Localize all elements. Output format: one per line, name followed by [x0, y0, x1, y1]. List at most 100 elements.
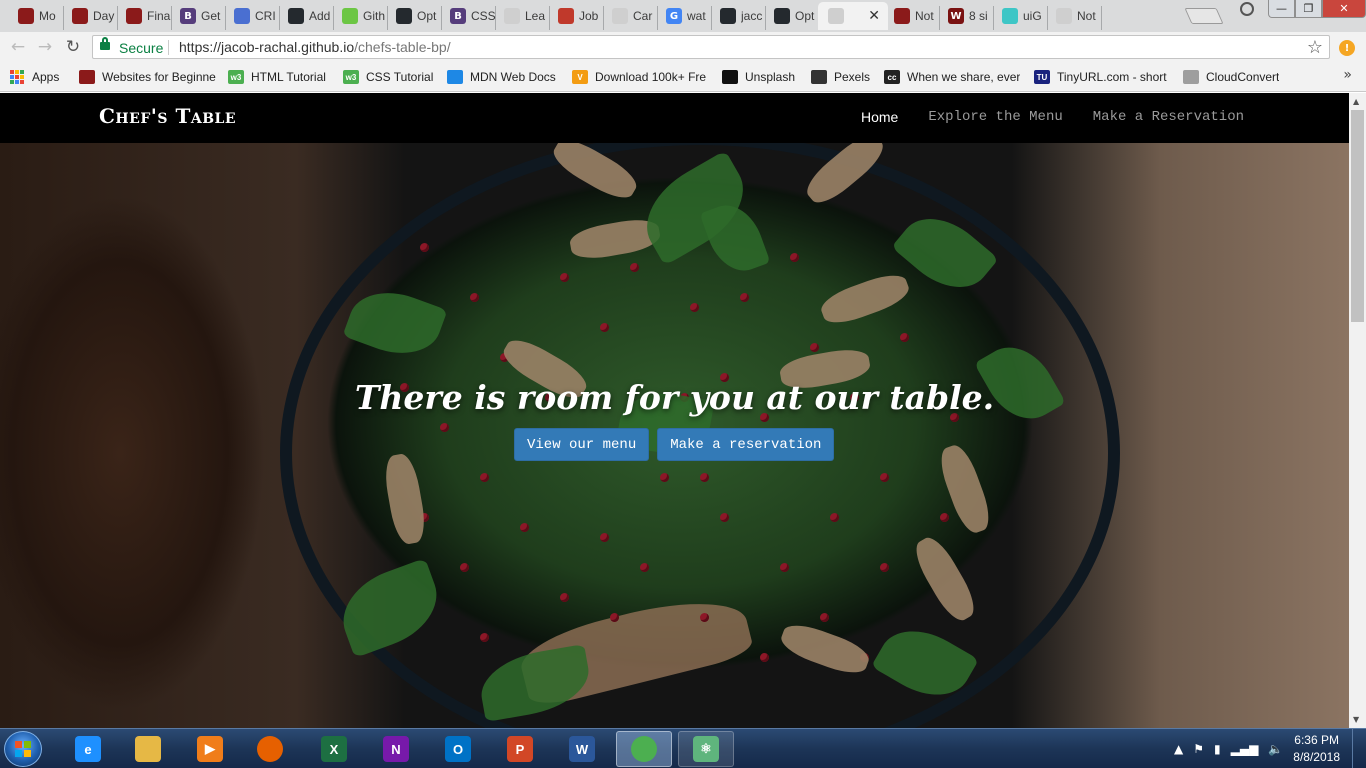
nav-home[interactable]: Home	[861, 109, 898, 125]
tab-7[interactable]: Opt	[386, 2, 444, 30]
pomegranate-seed	[880, 473, 889, 482]
nav-explore-menu[interactable]: Explore the Menu	[928, 109, 1062, 125]
chef-icon	[126, 8, 142, 24]
bookmark-9[interactable]: TU TinyURL.com - short	[1034, 69, 1167, 85]
tab-16[interactable]: Not	[884, 2, 942, 30]
extension-icon[interactable]: !	[1339, 40, 1355, 56]
close-window-button[interactable]: ✕	[1322, 0, 1366, 18]
tab-close-icon[interactable]: ✕	[868, 8, 880, 24]
bookmark-5[interactable]: V Download 100k+ Fre	[572, 69, 706, 85]
bookmark-8[interactable]: cc When we share, ever	[884, 69, 1020, 85]
scroll-up-icon[interactable]: ▲	[1353, 97, 1359, 106]
document-icon	[1056, 8, 1072, 24]
network-icon[interactable]: ▮	[1214, 742, 1221, 756]
tab-2[interactable]: Fina	[116, 2, 174, 30]
tab-8[interactable]: B CSS	[440, 2, 498, 30]
action-center-icon[interactable]: ⚑	[1193, 742, 1204, 756]
excel-icon: X	[321, 736, 347, 762]
pomegranate-seed	[420, 243, 429, 252]
bookmark-4[interactable]: MDN Web Docs	[447, 69, 556, 85]
bookmarks-overflow-icon[interactable]: »	[1343, 67, 1352, 83]
bookmark-0[interactable]: Apps	[10, 69, 59, 85]
back-arrow-icon[interactable]: ←	[8, 37, 28, 57]
bookmark-2[interactable]: w3 HTML Tutorial	[228, 69, 326, 85]
site-brand[interactable]: Chef's Table	[99, 104, 236, 128]
taskbar-ie[interactable]: e	[60, 731, 116, 767]
url-text[interactable]: https://jacob-rachal.github.io/chefs-tab…	[179, 39, 451, 55]
bookmark-label: HTML Tutorial	[251, 70, 326, 84]
taskbar-media-player[interactable]: ▶	[182, 731, 238, 767]
tray-expand-icon[interactable]: ▲	[1174, 742, 1183, 756]
forward-arrow-icon[interactable]: →	[35, 37, 55, 57]
tab-0[interactable]: Mo	[8, 2, 66, 30]
tab-3[interactable]: B Get	[170, 2, 228, 30]
tab-12[interactable]: Gwat	[656, 2, 714, 30]
taskbar-word[interactable]: W	[554, 731, 610, 767]
tab-18[interactable]: uiG	[992, 2, 1050, 30]
taskbar-onenote[interactable]: N	[368, 731, 424, 767]
v-icon: V	[572, 70, 588, 84]
tab-11[interactable]: Car	[602, 2, 660, 30]
w-icon: W	[948, 8, 964, 24]
document-icon	[504, 8, 520, 24]
bookmark-label: Unsplash	[745, 70, 796, 84]
view-menu-button[interactable]: View our menu	[514, 428, 650, 461]
taskbar-powerpoint[interactable]: P	[492, 731, 548, 767]
tab-1[interactable]: Day	[62, 2, 120, 30]
bookmark-6[interactable]: Unsplash	[722, 69, 795, 85]
pomegranate-seed	[560, 593, 569, 602]
bookmark-1[interactable]: Websites for Beginne	[79, 69, 216, 85]
tab-15[interactable]: ✕	[818, 2, 888, 30]
clock[interactable]: 6:36 PM 8/8/2018	[1293, 732, 1340, 766]
browser-toolbar: ← → ↻ Secure https://jacob-rachal.github…	[0, 32, 1366, 62]
signal-icon[interactable]: ▂▄▆	[1231, 742, 1259, 756]
profile-icon[interactable]	[1240, 2, 1254, 16]
taskbar-atom[interactable]: ⚛	[678, 731, 734, 767]
nav-make-reservation[interactable]: Make a Reservation	[1093, 109, 1244, 125]
chef-icon	[18, 8, 34, 24]
maximize-button[interactable]: ❐	[1295, 0, 1322, 18]
bookmark-7[interactable]: Pexels	[811, 69, 870, 85]
volume-icon[interactable]: 🔈	[1268, 742, 1283, 756]
pomegranate-seed	[480, 473, 489, 482]
tab-strip: Mo Day Fina B Get CRI Add Gith Opt B CSS Lea Job Car G…	[0, 0, 1366, 32]
reload-icon[interactable]: ↻	[63, 37, 83, 57]
tab-9[interactable]: Lea	[494, 2, 552, 30]
taskbar-firefox[interactable]	[242, 731, 298, 767]
pomegranate-seed	[900, 333, 909, 342]
document-icon	[828, 8, 844, 24]
taskbar-chrome[interactable]	[616, 731, 672, 767]
chef-icon	[894, 8, 910, 24]
tab-13[interactable]: jacc	[710, 2, 768, 30]
tab-19[interactable]: Not	[1046, 2, 1104, 30]
minimize-button[interactable]: —	[1268, 0, 1295, 18]
document-icon	[612, 8, 628, 24]
page-scrollbar[interactable]: ▲ ▼	[1349, 93, 1366, 728]
make-reservation-button[interactable]: Make a reservation	[657, 428, 835, 461]
taskbar-excel[interactable]: X	[306, 731, 362, 767]
pomegranate-seed	[820, 613, 829, 622]
address-bar[interactable]: Secure https://jacob-rachal.github.io/ch…	[92, 35, 1330, 59]
chef-icon	[79, 70, 95, 84]
bookmark-star-icon[interactable]: ☆	[1307, 37, 1323, 58]
new-tab-button[interactable]	[1184, 8, 1224, 24]
tab-14[interactable]: Opt	[764, 2, 822, 30]
taskbar-file-explorer[interactable]	[120, 731, 176, 767]
tab-5[interactable]: Add	[278, 2, 336, 30]
tab-17[interactable]: W8 si	[938, 2, 996, 30]
start-button[interactable]	[4, 731, 42, 767]
grid-icon	[234, 8, 250, 24]
tab-10[interactable]: Job	[548, 2, 606, 30]
scroll-thumb[interactable]	[1351, 110, 1364, 322]
show-desktop-button[interactable]	[1352, 729, 1366, 768]
taskbar-outlook[interactable]: O	[430, 731, 486, 767]
apps-icon	[10, 70, 24, 84]
pomegranate-seed	[660, 473, 669, 482]
scroll-down-icon[interactable]: ▼	[1353, 715, 1359, 724]
bookmark-10[interactable]: CloudConvert	[1183, 69, 1279, 85]
bookmark-3[interactable]: w3 CSS Tutorial	[343, 69, 433, 85]
outlook-icon: O	[445, 736, 471, 762]
github-icon	[720, 8, 736, 24]
tab-4[interactable]: CRI	[224, 2, 282, 30]
tab-6[interactable]: Gith	[332, 2, 390, 30]
